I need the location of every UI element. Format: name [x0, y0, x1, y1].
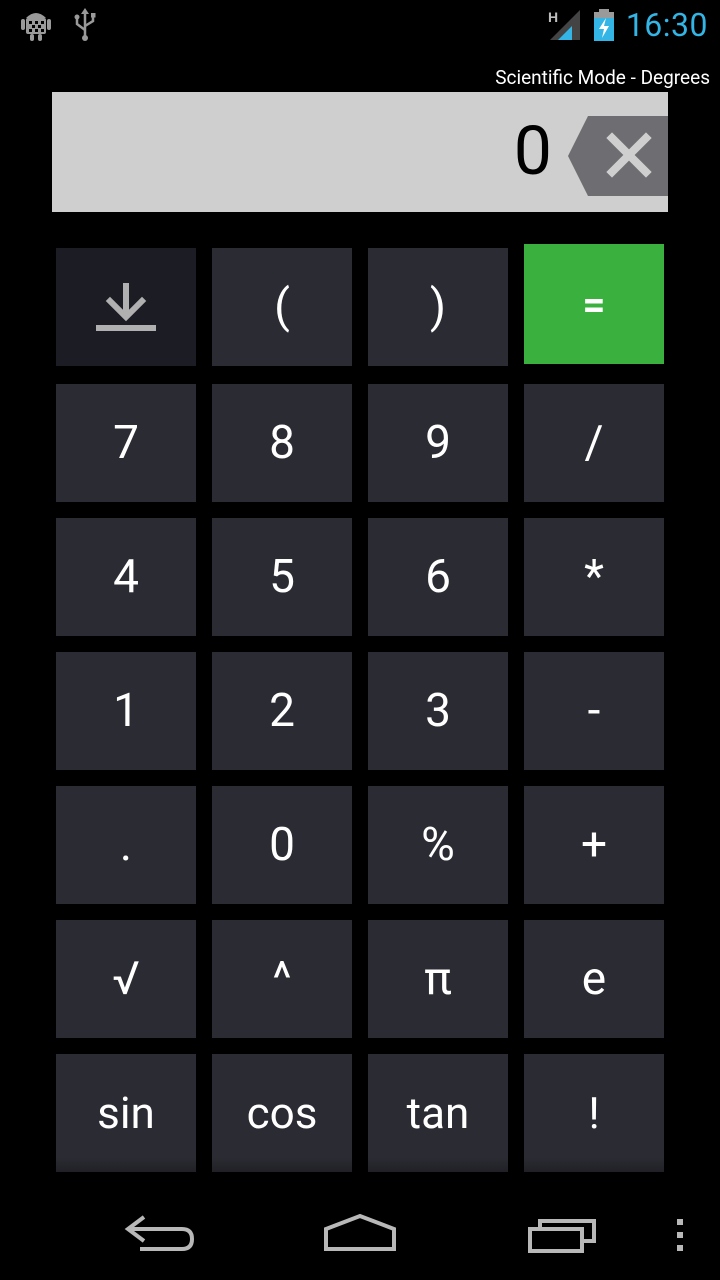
key-factorial[interactable]: !	[524, 1054, 664, 1172]
key-1[interactable]: 1	[56, 652, 196, 770]
key-7[interactable]: 7	[56, 384, 196, 502]
recent-apps-icon[interactable]	[526, 1215, 598, 1255]
status-bar: H 16:30	[0, 0, 720, 50]
key-8[interactable]: 8	[212, 384, 352, 502]
key-decimal[interactable]: .	[56, 786, 196, 904]
mode-label: Scientific Mode - Degrees	[495, 66, 710, 89]
save-key[interactable]	[56, 248, 196, 366]
key-close-paren[interactable]: )	[368, 248, 508, 366]
key-divide[interactable]: /	[524, 384, 664, 502]
key-cos[interactable]: cos	[212, 1054, 352, 1172]
back-icon[interactable]	[122, 1211, 196, 1255]
key-tan[interactable]: tan	[368, 1054, 508, 1172]
android-debug-icon	[21, 13, 51, 41]
network-type-label: H	[548, 9, 558, 25]
key-subtract[interactable]: -	[524, 652, 664, 770]
signal-icon: H	[548, 9, 580, 40]
home-icon[interactable]	[322, 1213, 398, 1253]
key-sqrt[interactable]: √	[56, 920, 196, 1038]
status-clock: 16:30	[625, 6, 708, 44]
key-equals[interactable]: =	[524, 244, 664, 364]
key-multiply[interactable]: *	[524, 518, 664, 636]
key-6[interactable]: 6	[368, 518, 508, 636]
calculator-display[interactable]: 0	[52, 92, 668, 212]
key-add[interactable]: +	[524, 786, 664, 904]
key-9[interactable]: 9	[368, 384, 508, 502]
download-icon	[96, 283, 156, 331]
usb-icon	[74, 8, 96, 41]
key-percent[interactable]: %	[368, 786, 508, 904]
backspace-button[interactable]	[568, 116, 668, 196]
key-open-paren[interactable]: (	[212, 248, 352, 366]
key-3[interactable]: 3	[368, 652, 508, 770]
battery-charging-icon	[594, 9, 614, 41]
key-power[interactable]: ^	[212, 920, 352, 1038]
key-4[interactable]: 4	[56, 518, 196, 636]
key-0[interactable]: 0	[212, 786, 352, 904]
navigation-bar	[0, 1185, 720, 1280]
key-5[interactable]: 5	[212, 518, 352, 636]
key-2[interactable]: 2	[212, 652, 352, 770]
display-value: 0	[513, 111, 552, 191]
backspace-icon	[568, 116, 668, 196]
key-pi[interactable]: π	[368, 920, 508, 1038]
key-sin[interactable]: sin	[56, 1054, 196, 1172]
key-e[interactable]: e	[524, 920, 664, 1038]
overflow-menu-icon[interactable]	[674, 1217, 686, 1253]
